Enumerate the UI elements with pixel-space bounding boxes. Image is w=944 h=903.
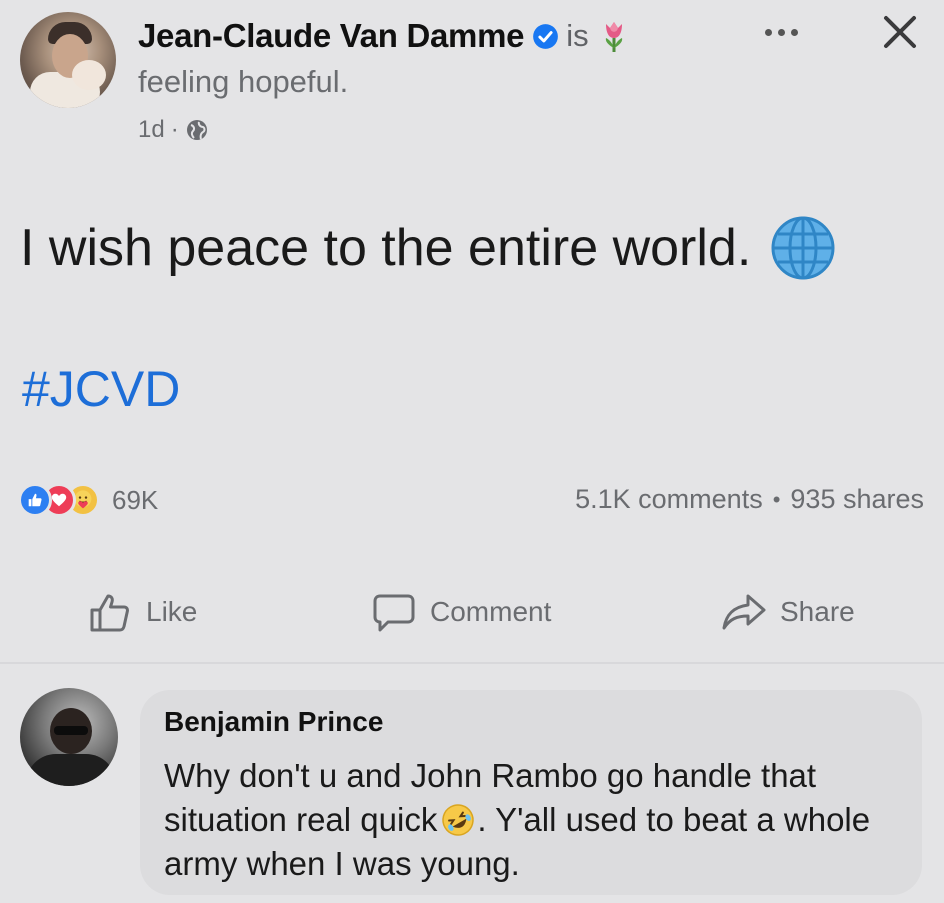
rolling-laughing-icon (441, 803, 475, 837)
post-meta: 1d · (138, 116, 209, 144)
feeling-status: feeling hopeful. (138, 64, 349, 99)
post-header: Jean-Claude Van Damme is feeling hopeful… (0, 0, 944, 160)
speech-bubble-icon (373, 594, 415, 632)
reactions-summary[interactable]: 69K (18, 480, 158, 520)
shares-count[interactable]: 935 shares (790, 484, 924, 515)
comment-author[interactable]: Benjamin Prince (164, 706, 383, 738)
divider (0, 662, 944, 664)
comment-label: Comment (430, 596, 552, 627)
meta-separator: · (170, 116, 179, 143)
comments-count[interactable]: 5.1K comments (575, 484, 763, 515)
commenter-avatar[interactable] (20, 688, 118, 786)
like-reaction-icon (18, 483, 52, 517)
engagement-stats: 5.1K comments • 935 shares (575, 484, 924, 515)
share-label: Share (780, 596, 855, 627)
thumbs-up-icon (90, 594, 129, 632)
more-options-icon[interactable] (765, 22, 813, 42)
like-label: Like (146, 596, 198, 627)
author-name[interactable]: Jean-Claude Van Damme (138, 17, 525, 55)
post-body-text: I wish peace to the entire world. (20, 219, 752, 277)
close-icon[interactable] (878, 10, 922, 54)
share-arrow-icon (722, 594, 766, 630)
globe-meridians-icon (769, 214, 837, 282)
status-prefix: is (566, 18, 589, 53)
comment-text: Why don't u and John Rambo go handle tha… (164, 754, 904, 886)
post-timestamp[interactable]: 1d (138, 116, 165, 144)
author-avatar[interactable] (20, 12, 116, 108)
hashtag-link[interactable]: #JCVD (22, 360, 180, 418)
post-body: I wish peace to the entire world. (20, 214, 837, 282)
stats-separator: • (772, 486, 781, 512)
globe-icon[interactable] (185, 118, 209, 142)
author-line: Jean-Claude Van Damme is (138, 14, 631, 58)
reaction-count: 69K (112, 484, 159, 515)
action-bar: Like Comment Share (0, 580, 944, 644)
like-button[interactable]: Like (86, 580, 197, 644)
comment-button[interactable]: Comment (370, 580, 551, 644)
tulip-icon (597, 18, 631, 54)
verified-badge-icon (532, 23, 559, 50)
comment-bubble: Benjamin Prince Why don't u and John Ram… (140, 690, 922, 895)
share-button[interactable]: Share (720, 580, 855, 644)
